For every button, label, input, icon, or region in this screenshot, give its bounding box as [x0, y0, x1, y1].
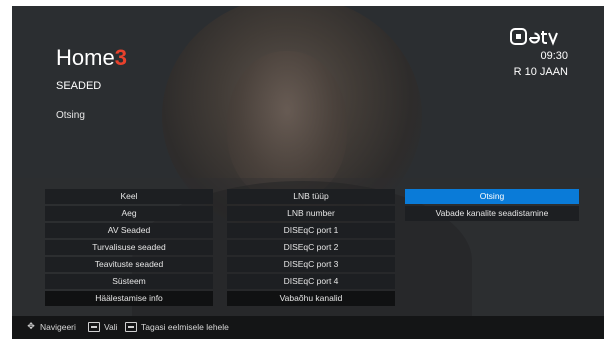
logo-text: Home	[56, 45, 115, 70]
home3-logo: Home3	[56, 46, 127, 70]
hint-select: Vali	[104, 322, 118, 332]
menu-item-lnb-tyyp[interactable]: LNB tüüp	[227, 189, 395, 204]
menu-item-diseqc-port-1[interactable]: DISEqC port 1	[227, 223, 395, 238]
menu-item-diseqc-port-3[interactable]: DISEqC port 3	[227, 257, 395, 272]
menu-item-teavituste-seaded[interactable]: Teavituste seaded	[45, 257, 213, 272]
back-key-icon	[125, 322, 137, 332]
tv-screen: Home3 SEADED Otsing 09:30 R 10 JAAN Keel…	[12, 6, 604, 339]
clock-time: 09:30	[540, 50, 568, 62]
menu-item-haalestamise-info[interactable]: Häälestamise info	[45, 291, 213, 306]
menu-item-vabade-kanalite-seadistamine[interactable]: Vabade kanalite seadistamine	[405, 206, 579, 221]
page-subtitle: Otsing	[56, 110, 85, 121]
settings-menu-column-3: Otsing Vabade kanalite seadistamine	[405, 189, 579, 223]
dpad-icon: ✥	[27, 322, 35, 332]
clock-date: R 10 JAAN	[513, 66, 568, 78]
hint-navigate: Navigeeri	[40, 322, 76, 332]
menu-item-susteem[interactable]: Süsteem	[45, 274, 213, 289]
settings-menu-column-1: Keel Aeg AV Seaded Turvalisuse seaded Te…	[45, 189, 213, 308]
page-title: SEADED	[56, 80, 102, 92]
menu-item-vabaohu-kanalid[interactable]: Vabaõhu kanalid	[227, 291, 395, 306]
menu-item-av-seaded[interactable]: AV Seaded	[45, 223, 213, 238]
etv-channel-logo	[510, 28, 558, 46]
footer-hints: ✥ Navigeeri Vali Tagasi eelmisele lehele	[12, 316, 604, 339]
menu-item-keel[interactable]: Keel	[45, 189, 213, 204]
hint-back: Tagasi eelmisele lehele	[141, 322, 229, 332]
menu-item-otsing[interactable]: Otsing	[405, 189, 579, 204]
menu-item-diseqc-port-2[interactable]: DISEqC port 2	[227, 240, 395, 255]
logo-mark: 3	[114, 45, 127, 70]
settings-menu-column-2: LNB tüüp LNB number DISEqC port 1 DISEqC…	[227, 189, 395, 308]
menu-item-aeg[interactable]: Aeg	[45, 206, 213, 221]
menu-item-lnb-number[interactable]: LNB number	[227, 206, 395, 221]
menu-item-diseqc-port-4[interactable]: DISEqC port 4	[227, 274, 395, 289]
ok-key-icon	[88, 322, 100, 332]
menu-item-turvalisuse-seaded[interactable]: Turvalisuse seaded	[45, 240, 213, 255]
